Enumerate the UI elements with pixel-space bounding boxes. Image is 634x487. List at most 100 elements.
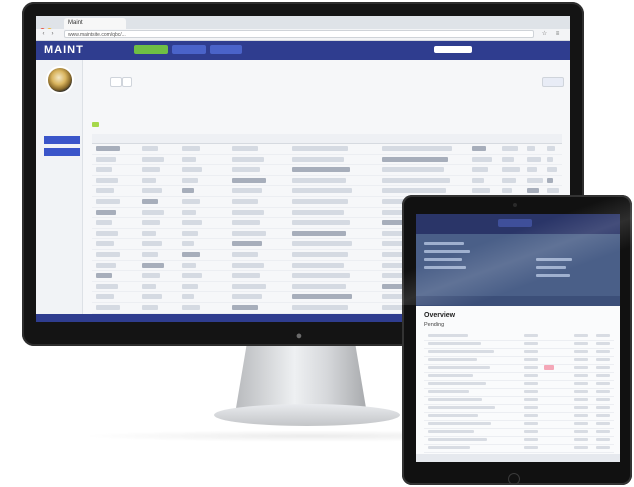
table-cell bbox=[142, 220, 160, 226]
sidebar-item[interactable] bbox=[44, 220, 80, 228]
table-cell bbox=[142, 198, 158, 204]
table-cell bbox=[142, 273, 160, 279]
table-cell bbox=[232, 241, 262, 247]
list-cell bbox=[574, 382, 588, 385]
app-logo[interactable]: MAINT bbox=[44, 43, 84, 58]
table-cell bbox=[142, 304, 158, 310]
table-cell bbox=[232, 220, 260, 226]
list-cell bbox=[428, 430, 474, 433]
sidebar-item[interactable] bbox=[44, 244, 80, 252]
table-cell bbox=[142, 209, 164, 215]
header-action-button-green[interactable] bbox=[134, 45, 168, 54]
table-cell bbox=[96, 241, 114, 247]
header-search-input[interactable] bbox=[434, 46, 472, 53]
browser-tab[interactable]: Maint bbox=[64, 18, 126, 29]
forward-icon[interactable]: › bbox=[49, 31, 56, 38]
list-cell bbox=[574, 414, 588, 417]
table-cell bbox=[232, 283, 266, 289]
table-cell bbox=[182, 188, 194, 194]
sidebar-item[interactable] bbox=[44, 124, 80, 132]
table-cell bbox=[232, 230, 266, 236]
table-cell bbox=[142, 188, 162, 194]
list-cell bbox=[524, 398, 538, 401]
table-cell bbox=[472, 146, 486, 151]
sidebar-item[interactable] bbox=[44, 232, 80, 240]
list-cell bbox=[574, 406, 588, 409]
list-item[interactable] bbox=[424, 444, 614, 453]
sidebar-item[interactable] bbox=[44, 256, 80, 264]
table-cell bbox=[292, 294, 352, 300]
table-cell bbox=[232, 304, 258, 310]
table-row[interactable] bbox=[92, 176, 562, 187]
table-cell bbox=[382, 177, 450, 183]
tablet-header-button[interactable] bbox=[498, 219, 532, 227]
table-row[interactable] bbox=[92, 165, 562, 176]
header-action-button-2[interactable] bbox=[210, 45, 242, 54]
table-cell bbox=[292, 230, 346, 236]
table-cell bbox=[232, 188, 262, 194]
table-cell bbox=[232, 146, 258, 151]
home-button[interactable] bbox=[508, 473, 520, 485]
sidebar-item[interactable] bbox=[44, 160, 80, 168]
table-cell bbox=[472, 177, 484, 183]
table-header bbox=[92, 134, 562, 144]
list-cell bbox=[524, 334, 538, 337]
sidebar-item[interactable] bbox=[44, 136, 80, 144]
list-cell bbox=[574, 342, 588, 345]
filter-chip[interactable] bbox=[122, 77, 132, 87]
filter-chip[interactable] bbox=[110, 77, 122, 87]
table-cell bbox=[182, 198, 200, 204]
menu-icon[interactable]: ≡ bbox=[554, 31, 561, 38]
list-cell bbox=[574, 350, 588, 353]
sidebar-item[interactable] bbox=[44, 184, 80, 192]
table-cell bbox=[142, 156, 164, 162]
table-cell bbox=[96, 273, 112, 279]
table-cell bbox=[182, 283, 198, 289]
table-cell bbox=[96, 230, 118, 236]
back-icon[interactable]: ‹ bbox=[40, 31, 47, 38]
list-cell bbox=[574, 366, 588, 369]
table-cell bbox=[547, 188, 559, 194]
window-controls bbox=[40, 20, 60, 33]
table-row[interactable] bbox=[92, 144, 562, 155]
table-cell bbox=[292, 146, 348, 151]
list-cell bbox=[524, 422, 538, 425]
sidebar-item[interactable] bbox=[44, 196, 80, 204]
table-cell bbox=[142, 167, 160, 173]
table-cell bbox=[547, 167, 557, 173]
sidebar-item[interactable] bbox=[44, 148, 80, 156]
table-cell bbox=[472, 167, 488, 173]
table-cell bbox=[232, 156, 264, 162]
list-cell bbox=[428, 382, 486, 385]
table-cell bbox=[382, 146, 452, 151]
table-cell bbox=[527, 167, 537, 173]
filter-action-button[interactable] bbox=[542, 77, 564, 87]
table-cell bbox=[142, 230, 156, 236]
sidebar-item[interactable] bbox=[44, 172, 80, 180]
table-cell bbox=[182, 230, 198, 236]
table-cell bbox=[232, 251, 258, 257]
table-cell bbox=[292, 304, 348, 310]
sidebar-item[interactable] bbox=[44, 208, 80, 216]
sidebar-item[interactable] bbox=[44, 100, 80, 108]
list-cell bbox=[524, 374, 538, 377]
star-icon[interactable]: ☆ bbox=[541, 31, 548, 38]
sidebar-item[interactable] bbox=[44, 112, 80, 120]
table-cell bbox=[502, 188, 512, 194]
url-input[interactable]: www.maintsite.com/qbc/... bbox=[64, 30, 534, 38]
table-cell bbox=[382, 167, 444, 173]
sidebar-item[interactable] bbox=[44, 268, 80, 276]
list-cell bbox=[524, 446, 538, 449]
table-row[interactable] bbox=[92, 155, 562, 166]
header-action-button-1[interactable] bbox=[172, 45, 206, 54]
list-cell bbox=[428, 342, 481, 345]
list-cell bbox=[596, 382, 610, 385]
apple-logo-icon: ● bbox=[295, 330, 303, 342]
table-cell bbox=[182, 167, 202, 173]
table-cell bbox=[182, 294, 194, 300]
monitor-stand bbox=[236, 346, 366, 408]
avatar[interactable] bbox=[48, 68, 72, 92]
list-cell bbox=[428, 446, 470, 449]
table-cell bbox=[547, 156, 553, 162]
list-cell bbox=[596, 438, 610, 441]
